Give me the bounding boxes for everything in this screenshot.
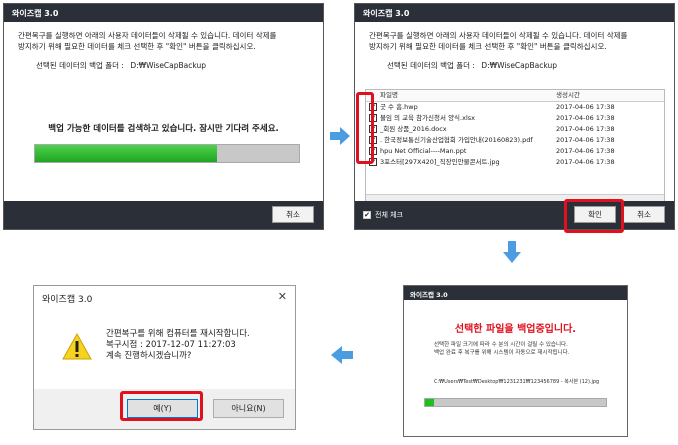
column-created-time[interactable]: 생성시간: [556, 90, 580, 101]
no-button[interactable]: 아니요(N): [213, 399, 284, 418]
file-name: hpu Net Official----Man.ppt: [380, 147, 467, 155]
backup-folder: 선택된 데이터의 백업 폴더 : D:₩WiseCapBackup: [355, 52, 674, 71]
cancel-button[interactable]: 취소: [623, 206, 665, 223]
arrow-left-icon: [331, 346, 353, 364]
backup-folder-path: D:₩WiseCapBackup: [130, 61, 207, 70]
restore-point-text: 복구시점 : 2017-12-07 11:27:03: [106, 340, 236, 350]
file-name: . 한국정보통신기술산업협회 가입안내(20160823).pdf: [380, 136, 533, 144]
arrow-down-icon: [503, 241, 521, 263]
backup-progress-bar: [424, 398, 607, 407]
search-status: 백업 가능한 데이터를 검색하고 있습니다. 잠시만 기다려 주세요.: [48, 124, 279, 134]
dialog-footer: 취소: [4, 201, 323, 229]
column-filename[interactable]: 파일명: [380, 90, 398, 101]
backup-folder: 선택된 데이터의 백업 폴더 : D:₩WiseCapBackup: [4, 52, 323, 71]
backup-progress-dialog: 와이즈캡 3.0 선택한 파일을 백업중입니다. 선택한 파일 크기에 따라 수…: [403, 285, 628, 437]
file-row[interactable]: ✔. 한국정보통신기술산업협회 가입안내(20160823).pdf 2017-0…: [366, 135, 664, 146]
file-name: 굿 수 흠.hwp: [380, 103, 418, 111]
file-time: 2017-04-06 17:38: [556, 158, 615, 166]
yes-highlight: [120, 391, 203, 421]
cancel-button[interactable]: 취소: [272, 206, 314, 223]
file-time: 2017-04-06 17:38: [556, 125, 615, 133]
file-select-dialog: 와이즈캡 3.0 간편복구를 실행하면 아래의 사용자 데이터들이 삭제될 수 …: [354, 3, 675, 230]
file-name: 3포스터[297X420]_직장인안물콘서트.jpg: [380, 158, 500, 166]
warning-icon: [62, 333, 92, 360]
backup-folder-label: 선택된 데이터의 백업 폴더 :: [36, 61, 124, 70]
progress-fill: [425, 399, 435, 406]
dialog-title: 와이즈캡 3.0 ✕: [34, 286, 295, 308]
dialog-footer: ✔ 전체 체크 확인 취소: [355, 201, 674, 229]
dialog-title: 와이즈캡 3.0: [4, 4, 323, 22]
dialog-description: 간편복구를 실행하면 아래의 사용자 데이터들이 삭제될 수 있습니다. 데이터…: [4, 22, 323, 52]
search-dialog: 와이즈캡 3.0 간편복구를 실행하면 아래의 사용자 데이터들이 삭제될 수 …: [3, 3, 324, 230]
backup-folder-path: D:₩WiseCapBackup: [481, 61, 558, 70]
file-time: 2017-04-06 17:38: [556, 103, 615, 111]
dialog-message: 간편복구를 위해 컴퓨터를 재시작합니다. 복구시점 : 2017-12-07 …: [106, 329, 250, 362]
backup-info: 선택한 파일 크기에 따라 수 분의 시간이 걸릴 수 있습니다. 백업 완료 …: [434, 341, 569, 357]
message-line: 계속 진행하시겠습니까?: [106, 351, 192, 361]
dialog-title: 와이즈캡 3.0: [404, 286, 627, 300]
search-progress-bar: [34, 144, 300, 163]
description-line: 간편복구를 실행하면 아래의 사용자 데이터들이 삭제될 수 있습니다. 데이터…: [18, 31, 277, 40]
file-list-header: 파일명 생성시간: [366, 90, 664, 102]
file-time: 2017-04-06 17:38: [556, 136, 615, 144]
file-list: 파일명 생성시간 ✔ 굿 수 흠.hwp 2017-04-06 17:38 ✔ 불임 의…: [365, 89, 665, 204]
backup-headline: 선택한 파일을 백업중입니다.: [454, 324, 577, 335]
check-icon: ✔: [363, 211, 371, 219]
select-all-label: 전체 체크: [375, 211, 403, 219]
message-line: 간편복구를 위해 컴퓨터를 재시작합니다.: [106, 329, 250, 339]
file-name: _회원 상품_2016.docx: [380, 125, 447, 133]
close-icon[interactable]: ✕: [278, 290, 287, 303]
select-all-checkbox[interactable]: ✔ 전체 체크: [363, 210, 403, 220]
file-row[interactable]: ✔ 3포스터[297X420]_직장인안물콘서트.jpg 2017-04-06 17…: [366, 157, 664, 168]
description-line: 방지하기 위해 필요한 데이터를 체크 선택한 후 "확인" 버튼을 클릭하십시…: [18, 42, 256, 51]
dialog-title: 와이즈캡 3.0: [355, 4, 674, 22]
file-row[interactable]: ✔ 굿 수 흠.hwp 2017-04-06 17:38: [366, 102, 664, 113]
description-line: 간편복구를 실행하면 아래의 사용자 데이터들이 삭제될 수 있습니다. 데이터…: [369, 31, 628, 40]
current-file-path: C:₩Users₩Test₩Desktop₩1231231₩123456789 …: [434, 379, 600, 385]
file-row[interactable]: ✔ _회원 상품_2016.docx 2017-04-06 17:38: [366, 124, 664, 135]
dialog-description: 간편복구를 실행하면 아래의 사용자 데이터들이 삭제될 수 있습니다. 데이터…: [355, 22, 674, 52]
file-name: 불임 의 교육 참가신청서 양식.xlsx: [380, 114, 475, 122]
dialog-title-text: 와이즈캡 3.0: [42, 295, 93, 305]
info-line: 선택한 파일 크기에 따라 수 분의 시간이 걸릴 수 있습니다.: [434, 342, 568, 348]
file-time: 2017-04-06 17:38: [556, 114, 615, 122]
file-row[interactable]: ✔ hpu Net Official----Man.ppt 2017-04-06 1…: [366, 146, 664, 157]
file-time: 2017-04-06 17:38: [556, 147, 615, 155]
info-line: 백업 완료 후 복구를 위해 시스템이 자동으로 재시작됩니다.: [434, 350, 570, 356]
file-row[interactable]: ✔ 불임 의 교육 참가신청서 양식.xlsx 2017-04-06 17:38: [366, 113, 664, 124]
confirm-highlight: [564, 199, 624, 233]
progress-fill: [35, 145, 218, 162]
backup-folder-label: 선택된 데이터의 백업 폴더 :: [387, 61, 475, 70]
arrow-right-icon: [330, 127, 350, 145]
checkbox-highlight: [356, 92, 374, 164]
description-line: 방지하기 위해 필요한 데이터를 체크 선택한 후 "확인" 버튼을 클릭하십시…: [369, 42, 607, 51]
